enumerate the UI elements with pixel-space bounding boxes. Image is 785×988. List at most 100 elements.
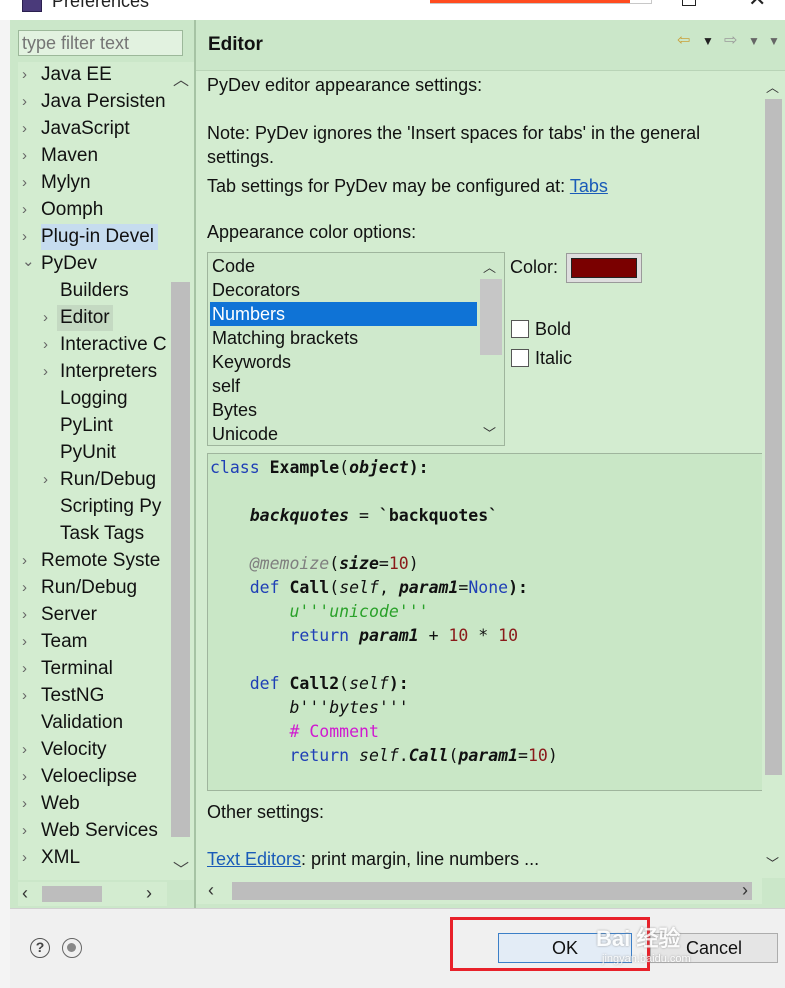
color-list-scrollbar[interactable]: ︿ ﹀ (478, 253, 504, 445)
view-menu-icon[interactable]: ▼ (768, 34, 780, 48)
scroll-down-icon[interactable]: ﹀ (483, 423, 496, 442)
scroll-down-icon[interactable]: ﹀ (766, 853, 779, 872)
scroll-up-icon[interactable]: ︿ (483, 257, 496, 276)
tree-horizontal-scrollbar[interactable]: ‹ › (18, 882, 167, 906)
chevron-right-icon[interactable]: › (43, 332, 48, 358)
chevron-right-icon[interactable]: › (22, 62, 27, 88)
scroll-up-icon[interactable]: ︿ (173, 66, 189, 90)
tabs-link[interactable]: Tabs (570, 176, 608, 196)
list-item-self[interactable]: self (210, 374, 477, 398)
tab-settings-text: Tab settings for PyDev may be configured… (207, 174, 608, 198)
chevron-right-icon[interactable]: › (22, 629, 27, 655)
tree-item-label: Logging (60, 388, 128, 409)
color-list-scroll-thumb[interactable] (480, 279, 502, 355)
tree-item-label: PyDev (41, 253, 97, 274)
list-item-bytes[interactable]: Bytes (210, 398, 477, 422)
window-title-bar: Preferences ✕ (0, 0, 785, 20)
scroll-up-icon[interactable]: ︿ (766, 77, 779, 96)
tree-item-label: Mylyn (41, 172, 91, 193)
tree-item-label: PyUnit (60, 442, 116, 463)
tree-hscroll-thumb[interactable] (42, 886, 102, 902)
annotation-highlight-box (450, 917, 650, 971)
color-picker-button[interactable] (566, 253, 642, 283)
eclipse-app-icon (22, 0, 42, 12)
page-scroll-thumb[interactable] (765, 99, 782, 775)
code-token: size (339, 554, 379, 573)
chevron-right-icon[interactable]: › (22, 791, 27, 817)
chevron-right-icon[interactable]: › (22, 845, 27, 871)
chevron-down-icon[interactable]: ⌄ (22, 249, 35, 275)
scroll-left-icon[interactable]: ‹ (22, 883, 28, 904)
page-horizontal-scrollbar[interactable]: ‹ › (196, 878, 762, 904)
code-token: Call (408, 746, 449, 765)
import-export-icon[interactable] (62, 938, 82, 958)
tree-scroll-thumb[interactable] (171, 282, 190, 837)
tree-item-label: Team (41, 631, 88, 652)
scroll-right-icon[interactable]: › (742, 880, 748, 901)
close-icon[interactable]: ✕ (748, 0, 766, 12)
code-token: Call (289, 578, 330, 597)
chevron-right-icon[interactable]: › (22, 818, 27, 844)
chevron-right-icon[interactable]: › (22, 602, 27, 628)
page-vertical-scrollbar[interactable]: ︿ ﹀ (762, 71, 785, 878)
maximize-icon[interactable] (682, 0, 696, 6)
code-line: @memoize(size=10) (249, 554, 419, 573)
chevron-right-icon[interactable]: › (22, 143, 27, 169)
tab-settings-prefix: Tab settings for PyDev may be configured… (207, 176, 570, 196)
chevron-right-icon[interactable]: › (22, 548, 27, 574)
tree-item-label: Web Services (41, 820, 158, 841)
scroll-right-icon[interactable]: › (146, 883, 152, 904)
filter-input[interactable] (18, 30, 183, 56)
tree-item-label: Validation (41, 712, 124, 733)
code-line: return self.Call(param1=10) (289, 746, 558, 765)
tree-vertical-scrollbar[interactable]: ︿ ﹀ (167, 62, 194, 880)
list-item-decorators[interactable]: Decorators (210, 278, 477, 302)
code-token: return (289, 626, 350, 645)
chevron-right-icon[interactable]: › (22, 656, 27, 682)
chevron-right-icon[interactable]: › (43, 467, 48, 493)
chevron-right-icon[interactable]: › (22, 197, 27, 223)
page-hscroll-thumb[interactable] (232, 882, 752, 900)
text-editors-text: Text Editors: print margin, line numbers… (207, 847, 539, 871)
bold-checkbox[interactable] (511, 320, 529, 338)
chevron-right-icon[interactable]: › (22, 764, 27, 790)
list-item-matching-brackets[interactable]: Matching brackets (210, 326, 477, 350)
help-icon[interactable]: ? (30, 938, 50, 958)
text-editors-link[interactable]: Text Editors (207, 849, 301, 869)
code-token: param1 (458, 746, 519, 765)
tree-item-label: Remote Syste (41, 550, 161, 571)
chevron-right-icon[interactable]: › (22, 89, 27, 115)
chevron-right-icon[interactable]: › (22, 683, 27, 709)
forward-dropdown-icon[interactable]: ▼ (748, 34, 760, 48)
bold-label: Bold (535, 319, 572, 339)
code-token: def (249, 578, 280, 597)
scroll-down-icon[interactable]: ﹀ (173, 856, 189, 880)
code-line: b'''bytes''' (210, 696, 408, 720)
chevron-right-icon[interactable]: › (43, 359, 48, 385)
appearance-color-list[interactable]: Code Decorators Numbers Matching bracket… (207, 252, 505, 446)
window-title: Preferences (52, 0, 150, 11)
list-item-numbers[interactable]: Numbers (210, 302, 477, 326)
italic-checkbox[interactable] (511, 349, 529, 367)
color-swatch (571, 258, 637, 278)
back-dropdown-icon[interactable]: ▼ (702, 34, 714, 48)
code-token: class (210, 458, 260, 477)
cancel-button[interactable]: Cancel (650, 933, 778, 963)
intro-text: PyDev editor appearance settings: (207, 75, 483, 95)
chevron-right-icon[interactable]: › (22, 575, 27, 601)
tree-item-label: Run/Debug (41, 577, 138, 598)
list-item-unicode[interactable]: Unicode (210, 422, 477, 446)
chevron-right-icon[interactable]: › (43, 305, 48, 331)
tree-item-label: Terminal (41, 658, 113, 679)
chevron-right-icon[interactable]: › (22, 116, 27, 142)
list-item-keywords[interactable]: Keywords (210, 350, 477, 374)
list-item-code[interactable]: Code (210, 254, 477, 278)
forward-arrow-icon[interactable]: ⇨ (724, 30, 737, 50)
code-line: def Call2(self): (249, 674, 409, 693)
chevron-right-icon[interactable]: › (22, 170, 27, 196)
tree-item-label: Oomph (41, 199, 104, 220)
chevron-right-icon[interactable]: › (22, 737, 27, 763)
scroll-left-icon[interactable]: ‹ (208, 880, 214, 901)
back-arrow-icon[interactable]: ⇦ (677, 30, 690, 50)
chevron-right-icon[interactable]: › (22, 224, 27, 250)
